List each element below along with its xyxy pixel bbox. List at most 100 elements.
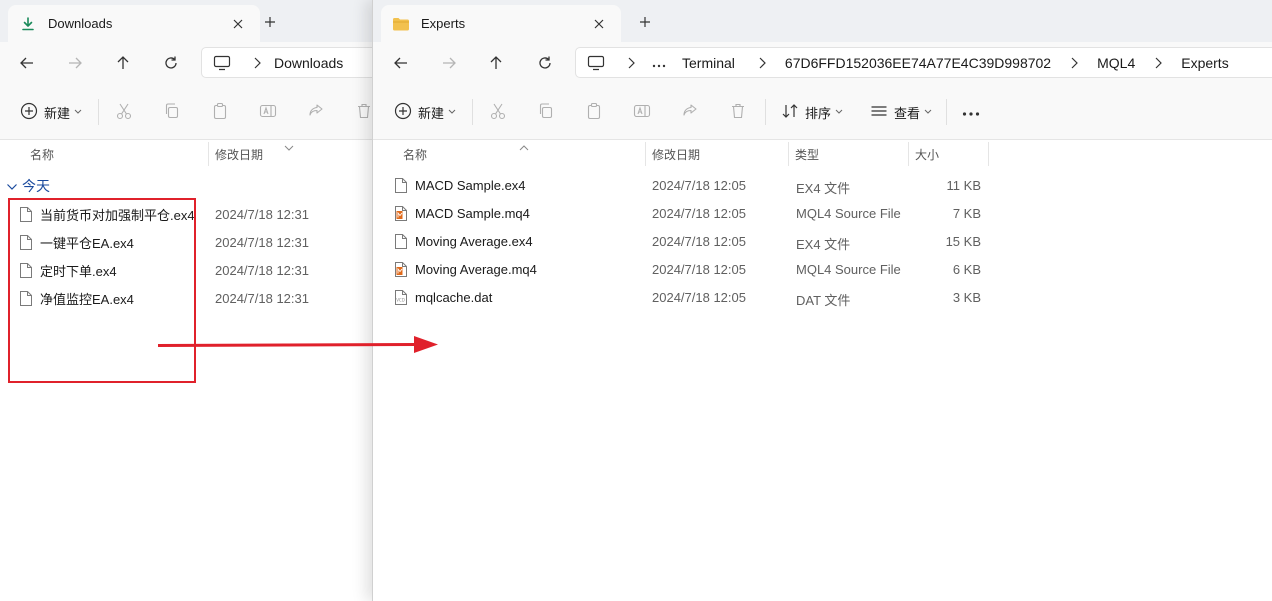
breadcrumb-downloads[interactable]: Downloads	[274, 55, 343, 71]
new-tab-button[interactable]	[631, 8, 659, 36]
copy-button[interactable]	[537, 98, 555, 126]
file-row[interactable]: Moving Average.ex4	[393, 227, 533, 255]
breadcrumb-overflow-icon[interactable]	[652, 55, 666, 71]
back-button[interactable]	[386, 48, 416, 78]
group-label: 今天	[22, 178, 50, 194]
experts-window: Experts Terminal 67D6FFD152036EE74A77E4C…	[372, 0, 1272, 601]
rename-icon	[259, 102, 277, 123]
sort-chevron-icon	[284, 134, 294, 162]
new-button[interactable]: 新建	[20, 98, 82, 126]
up-button[interactable]	[108, 48, 138, 78]
column-header: 名称 修改日期 类型 大小	[373, 140, 1272, 168]
breadcrumb-terminal-id[interactable]: 67D6FFD152036EE74A77E4C39D998702	[785, 55, 1051, 71]
tab-experts[interactable]: Experts	[381, 5, 621, 42]
navigation-bar: Downloads	[0, 42, 373, 84]
group-header-today[interactable]: 今天	[6, 176, 50, 196]
file-date: 2024/7/18 12:05	[652, 206, 746, 221]
tab-title: Downloads	[48, 16, 113, 31]
breadcrumb-experts[interactable]: Experts	[1181, 55, 1228, 71]
rename-icon	[633, 102, 651, 123]
more-options-button[interactable]	[962, 98, 980, 126]
column-divider[interactable]	[988, 142, 989, 166]
column-name[interactable]: 名称	[30, 140, 54, 168]
svg-text:VCD: VCD	[396, 297, 405, 302]
file-name: Moving Average.ex4	[415, 233, 533, 249]
sort-label: 排序	[805, 105, 832, 121]
blank-file-icon	[393, 176, 409, 194]
sort-ascending-icon	[519, 134, 529, 162]
delete-button[interactable]	[355, 98, 373, 126]
view-button[interactable]: 查看	[870, 98, 932, 126]
cut-button[interactable]	[489, 98, 507, 126]
back-button[interactable]	[12, 48, 42, 78]
paste-button[interactable]	[585, 98, 603, 126]
file-type: MQL4 Source File	[796, 206, 901, 221]
close-tab-icon[interactable]	[226, 12, 250, 36]
delete-button[interactable]	[729, 98, 747, 126]
column-divider[interactable]	[788, 142, 789, 166]
chevron-right-icon	[248, 54, 266, 72]
file-name: mqlcache.dat	[415, 289, 493, 305]
trash-icon	[355, 102, 373, 123]
file-row[interactable]: VCD mqlcache.dat	[393, 283, 492, 311]
column-divider[interactable]	[645, 142, 646, 166]
refresh-button[interactable]	[156, 48, 186, 78]
plus-circle-icon	[394, 102, 412, 123]
file-type: EX4 文件	[796, 181, 851, 196]
file-size: 11 KB	[946, 178, 981, 193]
view-list-icon	[870, 102, 888, 123]
chevron-right-icon	[753, 54, 771, 72]
chevron-right-icon	[1065, 54, 1083, 72]
rename-button[interactable]	[259, 98, 277, 126]
column-type[interactable]: 类型	[795, 140, 819, 168]
folder-icon	[391, 14, 411, 34]
file-row[interactable]: Moving Average.mq4	[393, 255, 537, 283]
file-row[interactable]: MACD Sample.ex4	[393, 171, 526, 199]
toolbar-divider	[765, 99, 766, 125]
new-label: 新建	[418, 105, 445, 121]
forward-button[interactable]	[434, 48, 464, 78]
vcd-file-icon: VCD	[393, 288, 409, 306]
file-name: MACD Sample.ex4	[415, 177, 526, 193]
file-row[interactable]: MACD Sample.mq4	[393, 199, 530, 227]
breadcrumb-terminal[interactable]: Terminal	[682, 55, 735, 71]
address-bar[interactable]: Terminal 67D6FFD152036EE74A77E4C39D99870…	[575, 47, 1272, 78]
file-date: 2024/7/18 12:31	[215, 235, 309, 250]
file-date: 2024/7/18 12:05	[652, 262, 746, 277]
column-size[interactable]: 大小	[915, 140, 939, 168]
scissors-icon	[489, 102, 507, 123]
column-date[interactable]: 修改日期	[652, 140, 700, 168]
up-button[interactable]	[481, 48, 511, 78]
address-bar[interactable]: Downloads	[201, 47, 373, 78]
breadcrumb-mql4[interactable]: MQL4	[1097, 55, 1135, 71]
share-button[interactable]	[307, 98, 325, 126]
sort-icon	[781, 102, 799, 123]
plus-circle-icon	[20, 102, 38, 123]
column-date[interactable]: 修改日期	[215, 140, 263, 168]
refresh-button[interactable]	[530, 48, 560, 78]
share-icon	[307, 102, 325, 123]
new-label: 新建	[44, 105, 71, 121]
new-tab-button[interactable]	[256, 8, 284, 36]
cut-button[interactable]	[115, 98, 133, 126]
mql4-file-icon	[393, 204, 409, 222]
paste-button[interactable]	[211, 98, 229, 126]
navigation-bar: Terminal 67D6FFD152036EE74A77E4C39D99870…	[373, 42, 1272, 84]
chevron-down-icon	[74, 109, 82, 115]
sort-button[interactable]: 排序	[781, 98, 843, 126]
scissors-icon	[115, 102, 133, 123]
column-name[interactable]: 名称	[403, 140, 427, 168]
column-divider[interactable]	[908, 142, 909, 166]
rename-button[interactable]	[633, 98, 651, 126]
share-button[interactable]	[681, 98, 699, 126]
file-name: MACD Sample.mq4	[415, 205, 530, 221]
copy-button[interactable]	[163, 98, 181, 126]
tab-downloads[interactable]: Downloads	[8, 5, 260, 42]
forward-button[interactable]	[60, 48, 90, 78]
view-label: 查看	[894, 105, 921, 121]
column-divider[interactable]	[208, 142, 209, 166]
file-date: 2024/7/18 12:31	[215, 291, 309, 306]
close-tab-icon[interactable]	[587, 12, 611, 36]
mql4-file-icon	[393, 260, 409, 278]
new-button[interactable]: 新建	[394, 98, 456, 126]
